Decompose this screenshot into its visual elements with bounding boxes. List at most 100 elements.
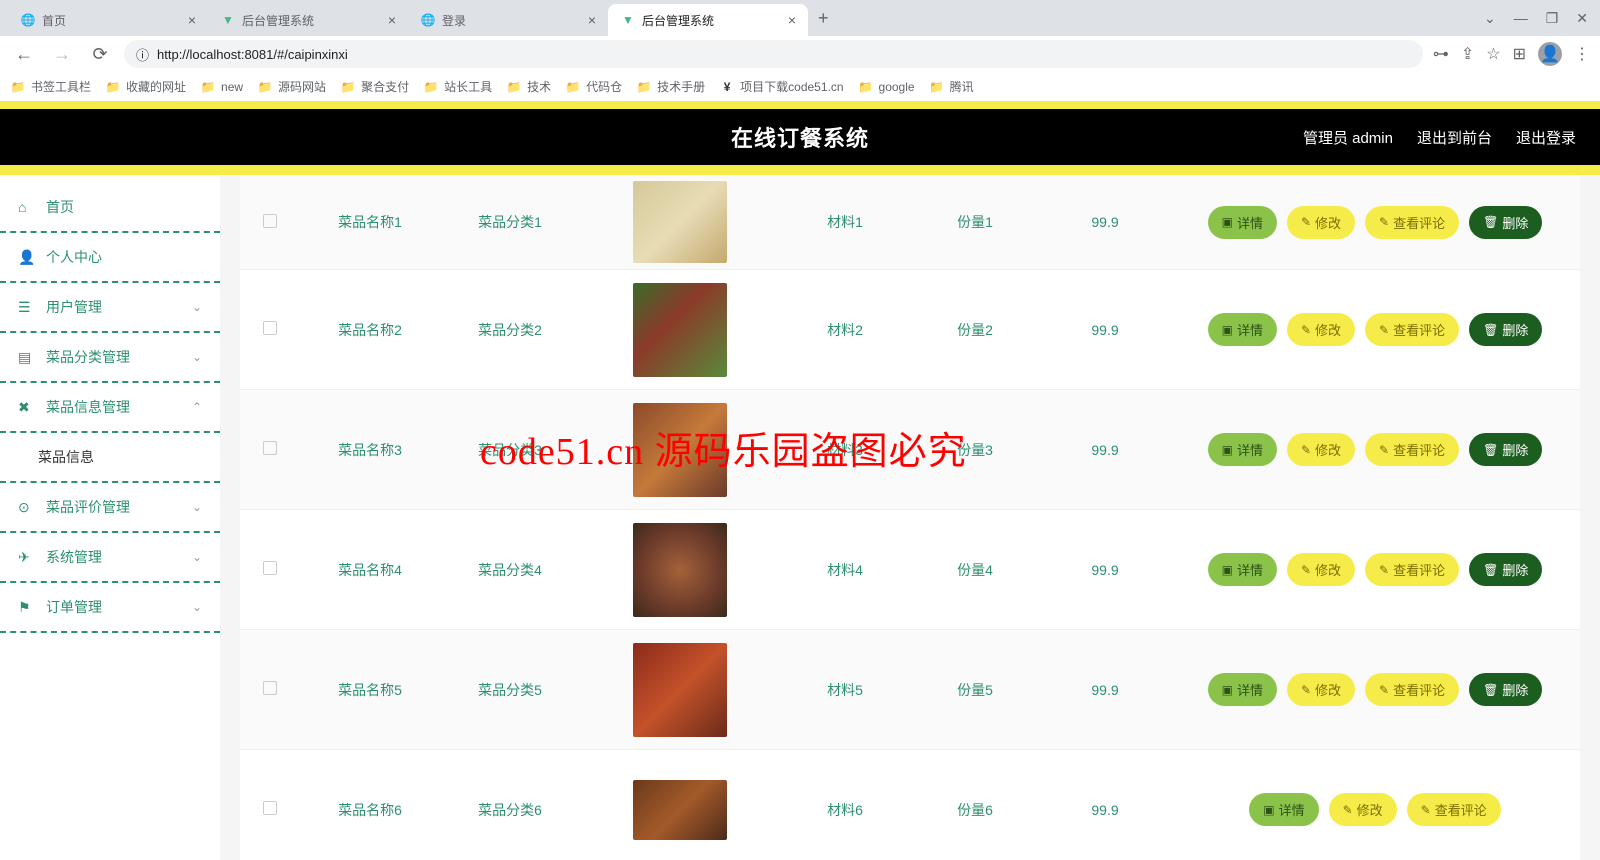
- edit-button[interactable]: ✎ 修改: [1287, 313, 1355, 346]
- exit-to-front-link[interactable]: 退出到前台: [1417, 127, 1492, 148]
- minimize-icon[interactable]: —: [1514, 10, 1528, 27]
- close-tab-icon[interactable]: ×: [788, 12, 796, 28]
- chevron-down-icon: ⌄: [192, 300, 202, 314]
- sidebar-item-main[interactable]: ⊙菜品评价管理⌄: [0, 483, 220, 533]
- trash-icon: 🗑: [1483, 563, 1498, 577]
- sidebar-item-main[interactable]: ☰用户管理⌄: [0, 283, 220, 333]
- view-comments-button[interactable]: ✎ 查看评论: [1365, 433, 1459, 466]
- dish-price: 99.9: [1040, 796, 1170, 824]
- view-comments-button[interactable]: ✎ 查看评论: [1365, 313, 1459, 346]
- close-tab-icon[interactable]: ×: [388, 12, 396, 28]
- logout-link[interactable]: 退出登录: [1516, 127, 1576, 148]
- table-row: 菜品名称4 菜品分类4 材料4 份量4 99.9 ▣ 详情 ✎ 修改 ✎ 查看评…: [240, 510, 1580, 630]
- system-icon: ✈: [18, 549, 36, 566]
- row-checkbox[interactable]: [263, 214, 277, 228]
- dish-name: 菜品名称2: [300, 314, 440, 346]
- extensions-icon[interactable]: ⊞: [1513, 44, 1526, 64]
- bookmark-item[interactable]: 📁代码仓: [565, 78, 622, 95]
- reload-button[interactable]: ⟳: [86, 40, 114, 68]
- view-comments-button[interactable]: ✎ 查看评论: [1365, 673, 1459, 706]
- menu-label: 菜品信息: [38, 447, 94, 467]
- dish-category: 菜品分类3: [440, 434, 580, 466]
- close-tab-icon[interactable]: ×: [188, 12, 196, 28]
- sidebar-item-sub[interactable]: 菜品信息: [0, 433, 220, 483]
- folder-icon: 📁: [10, 79, 26, 95]
- delete-button[interactable]: 🗑 删除: [1469, 553, 1542, 586]
- window-dropdown-icon[interactable]: ⌄: [1484, 10, 1496, 27]
- view-comments-button[interactable]: ✎ 查看评论: [1365, 206, 1459, 239]
- bookmark-item[interactable]: 📁收藏的网址: [105, 78, 186, 95]
- browser-tab[interactable]: ▼后台管理系统×: [208, 4, 408, 36]
- tab-title: 后台管理系统: [642, 12, 782, 29]
- tab-bar: 🌐首页×▼后台管理系统×🌐登录×▼后台管理系统× + ⌄ — ❐ ✕: [0, 0, 1600, 36]
- row-checkbox[interactable]: [263, 561, 277, 575]
- delete-button[interactable]: 🗑 删除: [1469, 673, 1542, 706]
- row-checkbox[interactable]: [263, 321, 277, 335]
- bookmark-item[interactable]: 📁站长工具: [423, 78, 492, 95]
- bookmark-item[interactable]: ¥项目下载code51.cn: [719, 78, 843, 95]
- bookmark-item[interactable]: 📁源码网站: [257, 78, 326, 95]
- bookmark-item[interactable]: 📁腾讯: [929, 78, 974, 95]
- row-checkbox[interactable]: [263, 681, 277, 695]
- detail-button[interactable]: ▣ 详情: [1208, 313, 1277, 346]
- detail-button[interactable]: ▣ 详情: [1249, 793, 1318, 826]
- menu-dots-icon[interactable]: ⋮: [1574, 44, 1590, 64]
- bookmark-star-icon[interactable]: ☆: [1486, 44, 1500, 64]
- view-comments-button[interactable]: ✎ 查看评论: [1365, 553, 1459, 586]
- url-input[interactable]: ⓘ http://localhost:8081/#/caipinxinxi: [124, 40, 1423, 68]
- trash-icon: 🗑: [1483, 215, 1498, 229]
- bookmark-item[interactable]: 📁技术: [506, 78, 551, 95]
- detail-button[interactable]: ▣ 详情: [1208, 433, 1277, 466]
- close-tab-icon[interactable]: ×: [588, 12, 596, 28]
- edit-button[interactable]: ✎ 修改: [1329, 793, 1397, 826]
- sidebar-item-main[interactable]: ✈系统管理⌄: [0, 533, 220, 583]
- detail-button[interactable]: ▣ 详情: [1208, 553, 1277, 586]
- site-info-icon[interactable]: ⓘ: [136, 45, 149, 64]
- sidebar-item-main[interactable]: ⌂首页: [0, 183, 220, 233]
- edit-button[interactable]: ✎ 修改: [1287, 673, 1355, 706]
- dish-category: 菜品分类6: [440, 794, 580, 826]
- edit-button[interactable]: ✎ 修改: [1287, 433, 1355, 466]
- row-checkbox[interactable]: [263, 441, 277, 455]
- admin-label[interactable]: 管理员 admin: [1303, 127, 1393, 148]
- bookmark-item[interactable]: 📁聚合支付: [340, 78, 409, 95]
- chevron-down-icon: ⌄: [192, 350, 202, 364]
- bookmark-item[interactable]: 📁书签工具栏: [10, 78, 91, 95]
- dish-material: 材料1: [780, 206, 910, 238]
- detail-button[interactable]: ▣ 详情: [1208, 206, 1277, 239]
- url-text: http://localhost:8081/#/caipinxinxi: [157, 47, 348, 62]
- sidebar-item-main[interactable]: ▤菜品分类管理⌄: [0, 333, 220, 383]
- delete-button[interactable]: 🗑 删除: [1469, 206, 1542, 239]
- password-key-icon[interactable]: ⊶: [1433, 44, 1449, 64]
- sidebar-item-main[interactable]: 👤个人中心: [0, 233, 220, 283]
- view-comments-button[interactable]: ✎ 查看评论: [1407, 793, 1501, 826]
- delete-button[interactable]: 🗑 删除: [1469, 433, 1542, 466]
- site-icon: ¥: [719, 79, 735, 95]
- browser-tab[interactable]: 🌐首页×: [8, 4, 208, 36]
- dish-name: 菜品名称1: [300, 206, 440, 238]
- close-window-icon[interactable]: ✕: [1576, 10, 1588, 27]
- profile-avatar[interactable]: 👤: [1538, 42, 1562, 66]
- edit-button[interactable]: ✎ 修改: [1287, 553, 1355, 586]
- new-tab-button[interactable]: +: [808, 8, 839, 29]
- row-checkbox[interactable]: [263, 801, 277, 815]
- forward-button[interactable]: →: [48, 40, 76, 68]
- sidebar-item-main[interactable]: ✖菜品信息管理⌃: [0, 383, 220, 433]
- maximize-icon[interactable]: ❐: [1546, 10, 1559, 27]
- edit-button[interactable]: ✎ 修改: [1287, 206, 1355, 239]
- bookmark-item[interactable]: 📁new: [200, 79, 243, 95]
- share-icon[interactable]: ⇪: [1461, 44, 1474, 64]
- app-title: 在线订餐系统: [731, 121, 869, 153]
- back-button[interactable]: ←: [10, 40, 38, 68]
- sidebar-item-main[interactable]: ⚑订单管理⌄: [0, 583, 220, 633]
- table-row: 菜品名称1 菜品分类1 材料1 份量1 99.9 ▣ 详情 ✎ 修改 ✎ 查看评…: [240, 175, 1580, 270]
- browser-tab[interactable]: ▼ 后台管理系统 ×: [608, 4, 808, 36]
- dish-name: 菜品名称3: [300, 434, 440, 466]
- vue-icon: ▼: [620, 12, 636, 28]
- delete-button[interactable]: 🗑 删除: [1469, 313, 1542, 346]
- bookmark-item[interactable]: 📁技术手册: [636, 78, 705, 95]
- browser-tab[interactable]: 🌐登录×: [408, 4, 608, 36]
- vue-icon: ▼: [220, 12, 236, 28]
- bookmark-item[interactable]: 📁google: [858, 79, 915, 95]
- detail-button[interactable]: ▣ 详情: [1208, 673, 1277, 706]
